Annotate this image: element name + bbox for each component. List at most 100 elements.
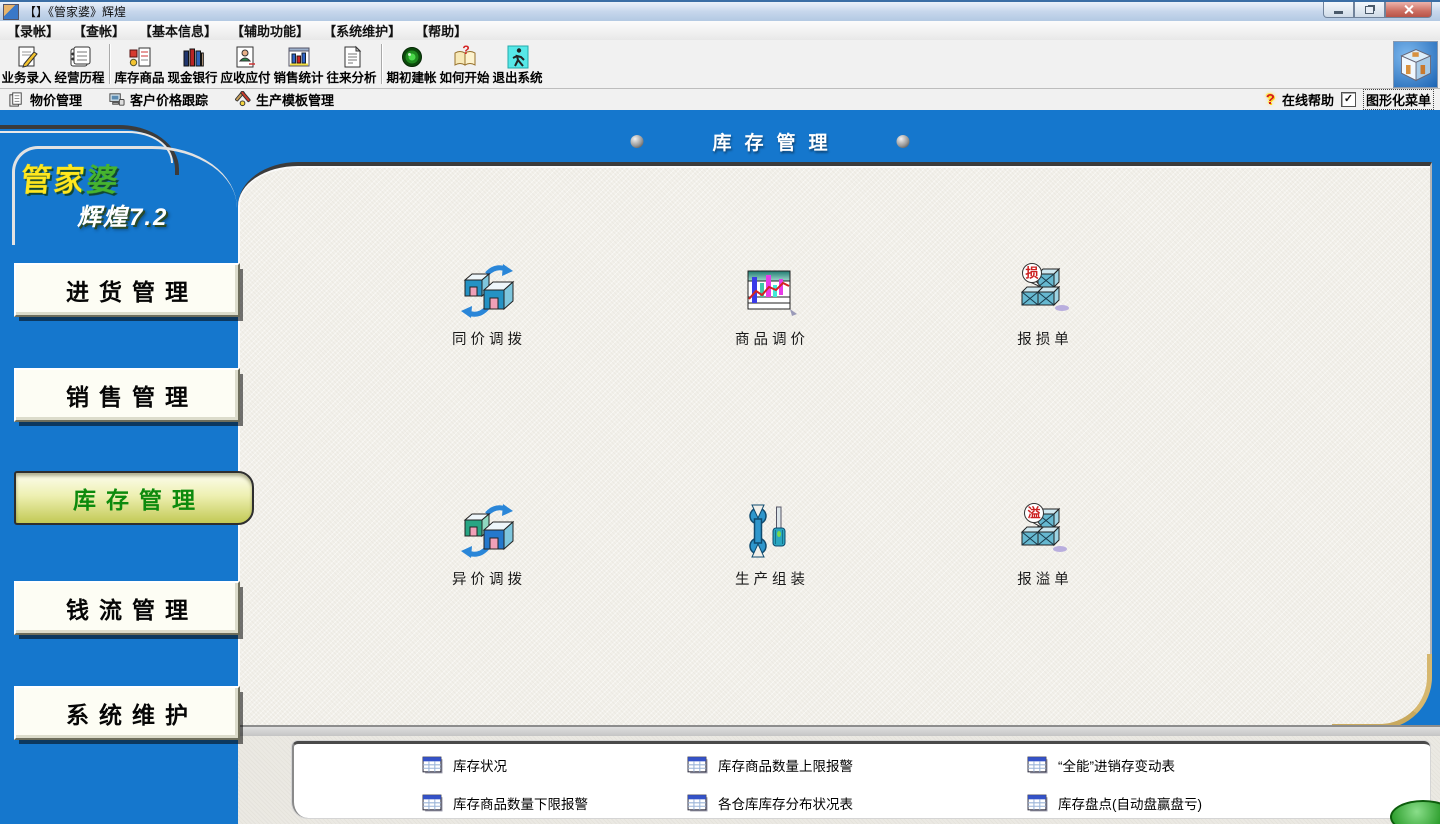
table-icon — [687, 794, 708, 812]
toolbar-exit-system[interactable]: 退出系统 — [491, 40, 544, 88]
module-overflow-report[interactable]: 溢 报溢单 — [978, 503, 1108, 589]
module-goods-price-adjustment[interactable]: 商品调价 — [705, 263, 835, 349]
sidebar-item-sales[interactable]: 销售管理 — [14, 368, 240, 422]
toolbar-sales-statistics[interactable]: 销售统计 — [272, 40, 325, 88]
graphical-menu-label[interactable]: 图形化菜单 — [1363, 89, 1434, 110]
report-label: 库存商品数量上限报警 — [718, 755, 853, 775]
toolbar-label: 退出系统 — [492, 71, 542, 85]
module-different-price-transfer[interactable]: 异价调拨 — [422, 503, 552, 589]
toolbar-business-entry[interactable]: 业务录入 — [0, 40, 53, 88]
quickbar-label: 生产模板管理 — [256, 90, 334, 109]
quickbar-price-management[interactable]: 物价管理 — [8, 90, 82, 109]
toolbar-label: 销售统计 — [273, 71, 323, 85]
sidebar-item-cash-flow[interactable]: 钱流管理 — [14, 581, 240, 635]
toolbar-label: 现金银行 — [167, 71, 217, 85]
toolbar-label: 应收应付 — [220, 71, 270, 85]
menu-bar: 【录帐】 【查帐】 【基本信息】 【辅助功能】 【系统维护】 【帮助】 — [0, 21, 1440, 41]
production-template-icon — [234, 91, 251, 108]
menu-item-basic-info[interactable]: 【基本信息】 — [132, 21, 224, 40]
report-link-lower-limit-alarm[interactable]: 库存商品数量下限报警 — [422, 793, 588, 813]
window-controls — [1323, 2, 1432, 18]
module-label: 商品调价 — [705, 328, 835, 349]
report-label: 库存盘点(自动盘赢盘亏) — [1058, 793, 1202, 813]
quickbar-label: 客户价格跟踪 — [130, 90, 208, 109]
toolbar-label: 期初建帐 — [386, 71, 436, 85]
sphere-icon — [630, 135, 643, 148]
bottom-zone: 库存状况 库存商品数量下限报警 库存商品数量上限报警 各仓库库存分布状况表 “全… — [238, 736, 1440, 824]
minimize-button[interactable] — [1323, 2, 1354, 18]
toolbar-cash-bank[interactable]: 现金银行 — [166, 40, 219, 88]
overflow-report-icon: 溢 — [1015, 503, 1071, 559]
toolbar: 业务录入 经营历程 库存商品 现金银行 应收应付 销售统计 往来分析 — [0, 40, 1440, 89]
graphical-menu-checkbox[interactable]: ✓ — [1341, 92, 1356, 107]
svg-text:?: ? — [462, 44, 469, 57]
content-panel — [238, 162, 1432, 727]
toolbar-inventory-goods[interactable]: 库存商品 — [113, 40, 166, 88]
module-label: 异价调拨 — [422, 568, 552, 589]
toolbar-business-history[interactable]: 经营历程 — [53, 40, 106, 88]
minimize-icon — [1334, 11, 1343, 14]
report-link-upper-limit-alarm[interactable]: 库存商品数量上限报警 — [687, 755, 853, 775]
brand-logo: 管家婆 — [19, 155, 123, 200]
content-header: 库存管理 — [630, 128, 909, 155]
module-same-price-transfer[interactable]: 同价调拨 — [422, 263, 552, 349]
reports-panel: 库存状况 库存商品数量下限报警 库存商品数量上限报警 各仓库库存分布状况表 “全… — [292, 741, 1430, 818]
sidebar-item-purchase[interactable]: 进货管理 — [14, 263, 240, 317]
close-button[interactable] — [1385, 2, 1432, 18]
application-window: 【】《管家婆》辉煌 【录帐】 【查帐】 【基本信息】 【辅助功能】 【系统维护】… — [0, 0, 1440, 824]
table-icon — [687, 756, 708, 774]
menu-item-record[interactable]: 【录帐】 — [0, 21, 66, 40]
titlebar: 【】《管家婆》辉煌 — [0, 0, 1440, 22]
business-history-icon — [67, 44, 93, 70]
module-label: 同价调拨 — [422, 328, 552, 349]
toolbar-how-to-start[interactable]: ? 如何开始 — [438, 40, 491, 88]
main-area: 库存管理 管家婆 辉煌7.2 进货管理 销售管理 库存管理 钱流管理 系统维护 — [0, 110, 1440, 824]
receivable-payable-icon — [233, 44, 259, 70]
logo-panel: 管家婆 辉煌7.2 — [12, 146, 237, 245]
cash-bank-icon — [180, 44, 206, 70]
toolbar-separator — [381, 44, 382, 84]
sidebar-item-inventory[interactable]: 库存管理 — [14, 471, 254, 525]
online-help-link[interactable]: 在线帮助 — [1282, 90, 1334, 109]
module-production-assembly[interactable]: 生产组装 — [705, 503, 835, 589]
price-management-icon — [8, 91, 25, 108]
toolbar-contacts-analysis[interactable]: 往来分析 — [325, 40, 378, 88]
how-to-start-icon: ? — [452, 44, 478, 70]
module-loss-report[interactable]: 损 报损单 — [978, 263, 1108, 349]
report-link-allpowerful-change-table[interactable]: “全能”进销存变动表 — [1027, 755, 1175, 775]
quickbar-production-template[interactable]: 生产模板管理 — [234, 90, 334, 109]
module-label: 报溢单 — [978, 568, 1108, 589]
report-label: 库存商品数量下限报警 — [453, 793, 588, 813]
table-icon — [422, 794, 443, 812]
menu-item-help[interactable]: 【帮助】 — [408, 21, 474, 40]
sidebar: 管家婆 辉煌7.2 进货管理 销售管理 库存管理 钱流管理 系统维护 — [0, 110, 238, 824]
report-label: “全能”进销存变动表 — [1058, 755, 1175, 775]
report-link-warehouse-distribution[interactable]: 各仓库库存分布状况表 — [687, 793, 853, 813]
loss-badge: 损 — [1025, 266, 1038, 281]
menu-item-system-maintenance[interactable]: 【系统维护】 — [316, 21, 408, 40]
menu-item-auxiliary[interactable]: 【辅助功能】 — [224, 21, 316, 40]
help-icon: ? — [1266, 91, 1275, 108]
inventory-goods-icon — [127, 44, 153, 70]
toolbar-label: 如何开始 — [439, 71, 489, 85]
toolbar-initial-account[interactable]: 期初建帐 — [385, 40, 438, 88]
report-link-inventory-status[interactable]: 库存状况 — [422, 755, 507, 775]
module-label: 生产组装 — [705, 568, 835, 589]
report-label: 库存状况 — [453, 755, 507, 775]
sidebar-item-system-maintenance[interactable]: 系统维护 — [14, 686, 240, 740]
initial-account-icon — [399, 44, 425, 70]
toolbar-label: 往来分析 — [326, 71, 376, 85]
toolbar-receivable-payable[interactable]: 应收应付 — [219, 40, 272, 88]
menu-item-query[interactable]: 【查帐】 — [66, 21, 132, 40]
app-icon — [3, 4, 19, 20]
quickbar-right: ? 在线帮助 ✓ 图形化菜单 — [1266, 89, 1434, 110]
loss-report-icon: 损 — [1015, 263, 1071, 319]
restore-button[interactable] — [1354, 2, 1385, 18]
overflow-badge: 溢 — [1027, 506, 1040, 521]
quickbar-customer-price-tracking[interactable]: 客户价格跟踪 — [108, 90, 208, 109]
restore-icon — [1365, 6, 1374, 14]
different-price-transfer-icon — [459, 503, 515, 559]
report-link-stocktaking[interactable]: 库存盘点(自动盘赢盘亏) — [1027, 793, 1202, 813]
exit-system-icon — [505, 44, 531, 70]
table-icon — [1027, 756, 1048, 774]
